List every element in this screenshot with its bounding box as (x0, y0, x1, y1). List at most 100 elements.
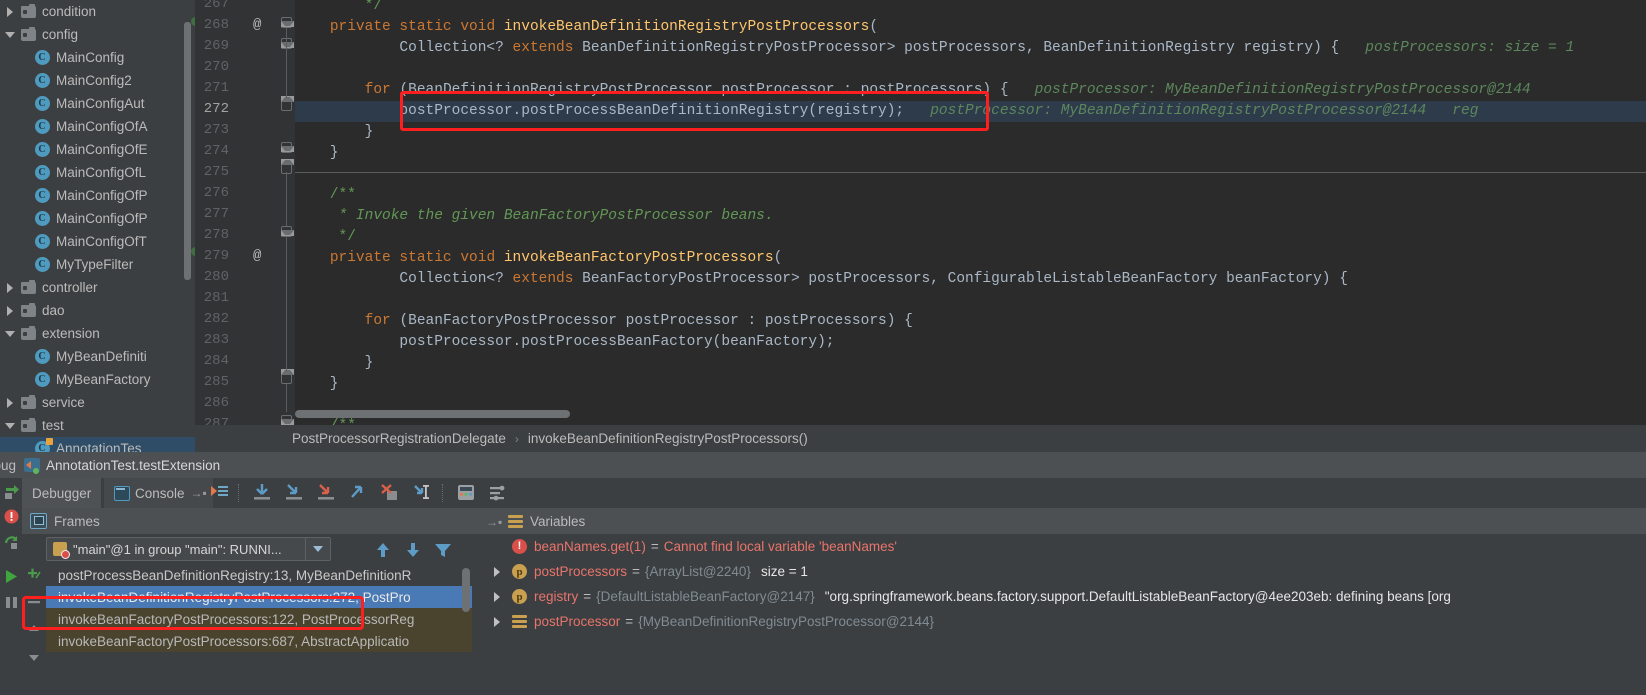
chevron-down-icon[interactable] (2, 423, 18, 429)
frames-list[interactable]: postProcessBeanDefinitionRegistry:13, My… (46, 564, 472, 695)
tree-item-mytypefilter[interactable]: C MyTypeFilter (0, 253, 195, 276)
evaluate-expression-icon[interactable] (454, 482, 478, 504)
rerun-debug-icon[interactable] (3, 484, 20, 501)
code-line-267[interactable]: */ (295, 0, 382, 17)
code-line-271[interactable]: for (BeanDefinitionRegistryPostProcessor… (295, 80, 1531, 101)
tree-item-mainconfig2[interactable]: C MainConfig2 (0, 69, 195, 92)
line-number-272[interactable]: 272 (189, 101, 229, 117)
chevron-right-icon[interactable] (2, 283, 18, 293)
variable-row[interactable]: p registry = {DefaultListableBeanFactory@21… (472, 584, 1646, 609)
line-number-268[interactable]: 268 (189, 17, 229, 33)
add-watch-icon[interactable] (26, 566, 42, 582)
line-number-273[interactable]: 273 (189, 122, 229, 138)
code-line-282[interactable]: for (BeanFactoryPostProcessor postProces… (295, 311, 913, 332)
error-status-icon[interactable] (3, 508, 20, 525)
tree-item-mainconfigofa[interactable]: C MainConfigOfA (0, 115, 195, 138)
code-line-283[interactable]: postProcessor.postProcessBeanFactory(bea… (295, 332, 834, 353)
line-number-278[interactable]: 278 (189, 227, 229, 243)
code-line-274[interactable]: } (295, 143, 339, 164)
tree-item-service[interactable]: service (0, 391, 195, 414)
code-line-273[interactable]: } (295, 122, 374, 143)
tree-item-mainconfigofe[interactable]: C MainConfigOfE (0, 138, 195, 161)
code-fold-dn-icon[interactable] (281, 142, 294, 153)
tree-item-test[interactable]: test (0, 414, 195, 437)
frames-side-buttons[interactable] (22, 564, 46, 695)
frames-scrollbar[interactable] (462, 568, 470, 612)
code-fold-up-icon[interactable] (281, 369, 294, 384)
debug-side-toolbar[interactable] (0, 478, 22, 695)
step-over-icon[interactable] (250, 482, 274, 504)
line-number-279[interactable]: 279 (189, 248, 229, 264)
step-into-icon[interactable] (282, 482, 306, 504)
frame-up-button[interactable] (372, 540, 394, 560)
code-line-269[interactable]: Collection<? extends BeanDefinitionRegis… (295, 38, 1574, 59)
tree-item-mainconfigofp[interactable]: C MainConfigOfP (0, 184, 195, 207)
code-line-280[interactable]: Collection<? extends BeanFactoryPostProc… (295, 269, 1348, 290)
breadcrumb-class[interactable]: PostProcessorRegistrationDelegate (292, 431, 506, 446)
line-number-280[interactable]: 280 (189, 269, 229, 285)
tree-item-config[interactable]: config (0, 23, 195, 46)
show-execution-point-icon[interactable] (207, 482, 231, 504)
variable-row[interactable]: p postProcessors = {ArrayList@2240} size = 1 (472, 559, 1646, 584)
tab-console[interactable]: Console →▪ (104, 478, 213, 508)
line-number-274[interactable]: 274 (189, 143, 229, 159)
settings-icon[interactable] (486, 482, 510, 504)
resume-program-icon[interactable] (3, 568, 20, 585)
tab-debugger[interactable]: Debugger (22, 478, 102, 508)
tree-item-mainconfig[interactable]: C MainConfig (0, 46, 195, 69)
remove-watch-icon[interactable] (26, 594, 42, 610)
tree-item-controller[interactable]: controller (0, 276, 195, 299)
tree-item-condition[interactable]: condition (0, 0, 195, 23)
force-step-into-icon[interactable] (314, 482, 338, 504)
line-number-283[interactable]: 283 (189, 332, 229, 348)
tree-item-dao[interactable]: dao (0, 299, 195, 322)
code-editor[interactable]: 267 268 @269 270 271 272 273 274 275 276 277 278 279… (191, 0, 1646, 432)
chevron-down-icon[interactable] (305, 538, 330, 560)
line-number-269[interactable]: 269 (189, 38, 229, 54)
pin-variables-icon[interactable]: →▪ (486, 515, 502, 529)
step-out-icon[interactable] (346, 482, 370, 504)
line-number-277[interactable]: 277 (189, 206, 229, 222)
restore-layout-icon[interactable] (3, 534, 20, 551)
breadcrumb-method[interactable]: invokeBeanDefinitionRegistryPostProcesso… (528, 431, 808, 446)
tree-item-extension[interactable]: extension (0, 322, 195, 345)
chevron-right-icon[interactable] (494, 592, 512, 602)
code-line-279[interactable]: private static void invokeBeanFactoryPos… (295, 248, 782, 269)
variable-row[interactable]: postProcessor = {MyBeanDefinitionRegistryP… (472, 609, 1646, 634)
line-number-267[interactable]: 267 (189, 0, 229, 12)
editor-horizontal-scrollbar[interactable] (295, 410, 570, 418)
code-line-285[interactable]: } (295, 374, 339, 395)
chevron-right-icon[interactable] (2, 7, 18, 17)
thread-combo-box[interactable]: "main"@1 in group "main": RUNNI... (46, 537, 331, 561)
run-configuration-name[interactable]: AnnotationTest.testExtension (46, 458, 220, 473)
line-number-276[interactable]: 276 (189, 185, 229, 201)
variable-row[interactable]: ! beanNames.get(1) = Cannot find local vari… (472, 534, 1646, 559)
line-number-282[interactable]: 282 (189, 311, 229, 327)
pause-program-icon[interactable] (3, 594, 20, 611)
frame-row[interactable]: invokeBeanFactoryPostProcessors:122, Pos… (46, 608, 472, 630)
line-number-286[interactable]: 286 (189, 395, 229, 411)
breadcrumb[interactable]: PostProcessorRegistrationDelegate › invo… (195, 425, 1646, 452)
frame-down-button[interactable] (402, 540, 424, 560)
line-number-285[interactable]: 285 (189, 374, 229, 390)
code-line-268[interactable]: private static void invokeBeanDefinition… (295, 17, 878, 38)
chevron-right-icon[interactable] (2, 398, 18, 408)
frame-row[interactable]: invokeBeanFactoryPostProcessors:687, Abs… (46, 630, 472, 652)
chevron-right-icon[interactable] (2, 306, 18, 316)
pin-tab-icon[interactable]: →▪ (191, 487, 207, 499)
scroll-up-icon[interactable] (26, 622, 42, 638)
code-line-277[interactable]: * Invoke the given BeanFactoryPostProces… (295, 206, 774, 227)
variables-list[interactable]: ! beanNames.get(1) = Cannot find local vari… (472, 534, 1646, 695)
chevron-down-icon[interactable] (2, 331, 18, 337)
scroll-down-icon[interactable] (26, 648, 42, 664)
code-fold-dn-icon[interactable] (281, 17, 294, 28)
chevron-right-icon[interactable] (494, 617, 512, 627)
code-text-area[interactable]: */ private static void invokeBeanDefinit… (295, 0, 1646, 425)
code-line-278[interactable]: */ (295, 227, 356, 248)
code-line-276[interactable]: /** (295, 185, 356, 206)
code-fold-up-icon[interactable] (281, 96, 294, 111)
editor-gutter[interactable]: 267 268 @269 270 271 272 273 274 275 276 277 278 279… (195, 0, 295, 432)
line-number-284[interactable]: 284 (189, 353, 229, 369)
tree-item-mainconfigofl[interactable]: C MainConfigOfL (0, 161, 195, 184)
annotation-gutter-marker[interactable]: @ (253, 17, 261, 33)
